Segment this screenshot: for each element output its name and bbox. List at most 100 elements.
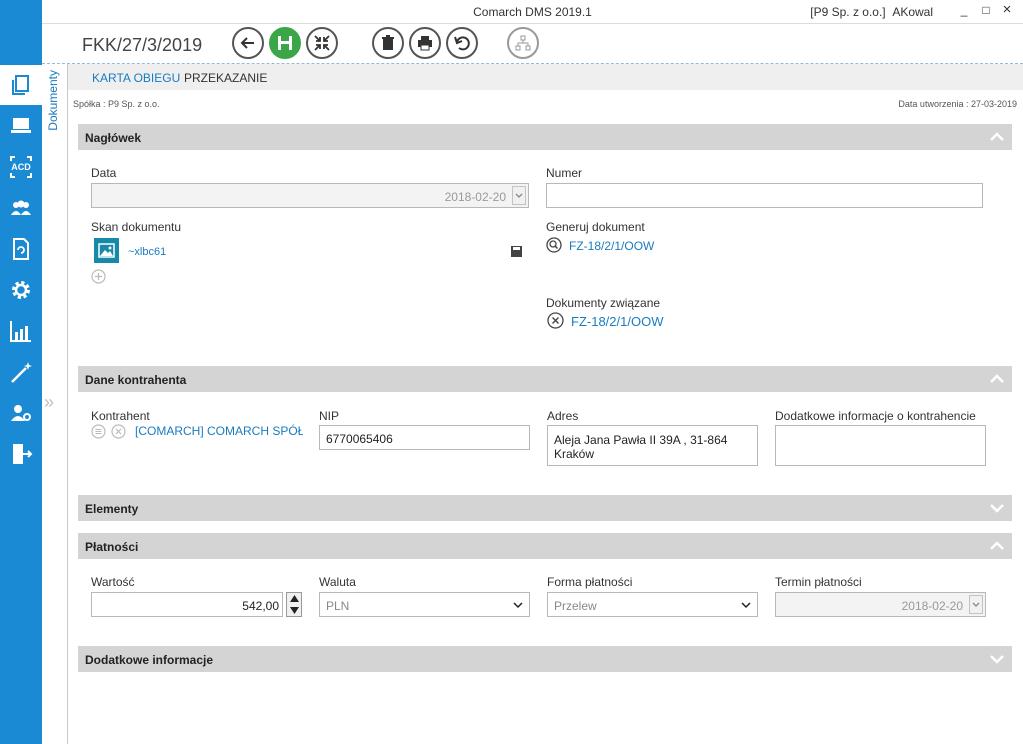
- wartosc-stepper[interactable]: [286, 592, 302, 617]
- toolbar: FKK/27/3/2019: [42, 24, 1023, 64]
- adres-field[interactable]: Aleja Jana Pawła II 39A , 31-864 Kraków: [547, 425, 758, 466]
- scan-file-link[interactable]: ~xlbc61: [128, 246, 166, 258]
- undo-button[interactable]: [446, 27, 478, 59]
- sidebar-item-reports[interactable]: [0, 311, 42, 351]
- title-bar: Comarch DMS 2019.1 [P9 Sp. z o.o.] AKowa…: [42, 0, 1023, 24]
- sidebar-item-acd[interactable]: ACD: [0, 147, 42, 187]
- kontrahent-label: Kontrahent: [91, 409, 150, 423]
- creation-date-meta: Data utworzenia : 27-03-2019: [898, 99, 1017, 109]
- users-icon: [11, 200, 31, 215]
- sidebar-item-wizard[interactable]: [0, 353, 42, 393]
- gear-icon: [12, 281, 30, 299]
- close-button[interactable]: ×: [1000, 1, 1014, 18]
- list-icon[interactable]: [91, 424, 106, 439]
- date-dropdown-button[interactable]: [512, 186, 526, 205]
- main-sidebar: ACD: [0, 0, 42, 744]
- sidebar-item-contacts[interactable]: [0, 188, 42, 228]
- minimize-button[interactable]: _: [957, 3, 971, 19]
- section-title: Dodatkowe informacje: [85, 653, 214, 667]
- chevron-down-icon[interactable]: [988, 499, 1006, 517]
- section-header-naglowek[interactable]: Nagłówek: [78, 124, 1012, 150]
- section-title: Dane kontrahenta: [85, 373, 187, 387]
- adres-label: Adres: [547, 409, 579, 423]
- printer-icon: [418, 36, 432, 51]
- chevron-up-icon[interactable]: [988, 537, 1006, 555]
- zwiazane-label: Dokumenty związane: [546, 296, 661, 310]
- skan-label: Skan dokumentu: [91, 220, 182, 234]
- nip-field[interactable]: 6770065406: [319, 425, 530, 450]
- acd-icon: ACD: [10, 156, 32, 178]
- maximize-button[interactable]: □: [979, 3, 993, 19]
- related-document-link[interactable]: FZ-18/2/1/OOW: [571, 314, 663, 329]
- trash-icon: [382, 35, 394, 50]
- wartosc-field[interactable]: 542,00: [91, 592, 283, 617]
- floppy-icon: [278, 36, 292, 50]
- vertical-tab-documents[interactable]: Dokumenty: [46, 70, 66, 150]
- section-header-kontrahent[interactable]: Dane kontrahenta: [78, 366, 1012, 392]
- exit-icon: [13, 444, 33, 464]
- generuj-label: Generuj dokument: [546, 220, 645, 234]
- hierarchy-icon: [515, 35, 531, 51]
- sidebar-item-settings[interactable]: [0, 270, 42, 310]
- magic-wand-icon: [11, 362, 32, 383]
- print-button[interactable]: [409, 27, 441, 59]
- chevron-down-icon: [515, 193, 523, 198]
- sidebar-item-workflow[interactable]: [0, 229, 42, 269]
- numer-label: Numer: [546, 166, 583, 180]
- tabs-bar: KARTA OBIEGU PRZEKAZANIE: [68, 64, 1023, 90]
- waluta-select[interactable]: PLN: [319, 592, 530, 617]
- sidebar-item-logout[interactable]: [0, 434, 42, 474]
- chevron-up-icon[interactable]: [988, 370, 1006, 388]
- user-name: AKowal: [892, 5, 933, 19]
- laptop-icon: [11, 118, 31, 133]
- collapse-arrows-icon: [314, 35, 330, 51]
- company-name: [P9 Sp. z o.o.]: [810, 5, 886, 19]
- termin-date-field[interactable]: 2018-02-20: [775, 592, 986, 617]
- data-date-field[interactable]: 2018-02-20: [91, 183, 529, 208]
- chevron-down-icon: [972, 602, 980, 607]
- company-meta: Spółka : P9 Sp. z o.o.: [73, 99, 160, 109]
- chart-icon: [10, 321, 31, 342]
- sidebar-item-documents[interactable]: [0, 65, 42, 105]
- chevron-down-icon[interactable]: [988, 650, 1006, 668]
- contractor-link[interactable]: [COMARCH] COMARCH SPÓŁKA AKC: [135, 424, 303, 438]
- tab-karta-obiegu[interactable]: KARTA OBIEGU: [92, 71, 180, 85]
- workflow-diagram-button[interactable]: [507, 27, 539, 59]
- wartosc-label: Wartość: [91, 575, 135, 589]
- document-refresh-icon: [13, 238, 29, 260]
- arrow-left-icon: [240, 37, 254, 49]
- save-button[interactable]: [269, 27, 301, 59]
- delete-button[interactable]: [372, 27, 404, 59]
- sidebar-item-workstation[interactable]: [0, 105, 42, 145]
- chevron-down-icon: [741, 602, 751, 609]
- section-header-dodatkowe[interactable]: Dodatkowe informacje: [78, 646, 1012, 672]
- forma-platnosci-select[interactable]: Przelew: [547, 592, 758, 617]
- section-header-elementy[interactable]: Elementy: [78, 495, 1012, 521]
- sidebar-item-admin[interactable]: [0, 393, 42, 433]
- clear-contractor-icon[interactable]: [111, 424, 126, 439]
- chevron-up-icon[interactable]: [988, 128, 1006, 146]
- stepper-down-icon[interactable]: [290, 607, 299, 614]
- user-settings-icon: [11, 405, 31, 421]
- numer-field[interactable]: [546, 183, 983, 208]
- search-icon[interactable]: [546, 237, 562, 253]
- nip-label: NIP: [319, 409, 340, 423]
- dodatkowe-kontrahent-label: Dodatkowe informacje o kontrahencie: [775, 409, 976, 423]
- remove-link-icon[interactable]: [547, 312, 564, 329]
- expand-panel-arrow[interactable]: »: [44, 392, 54, 413]
- add-scan-icon[interactable]: [91, 269, 106, 284]
- collapse-button[interactable]: [306, 27, 338, 59]
- tab-przekazanie[interactable]: PRZEKAZANIE: [184, 71, 267, 85]
- back-button[interactable]: [232, 27, 264, 59]
- dodatkowe-kontrahent-field[interactable]: [775, 425, 986, 466]
- date-dropdown-button[interactable]: [969, 595, 983, 614]
- image-file-icon[interactable]: [94, 238, 119, 263]
- section-header-platnosci[interactable]: Płatności: [78, 533, 1012, 559]
- save-file-icon[interactable]: [511, 246, 522, 257]
- company-user: [P9 Sp. z o.o.] AKowal: [810, 5, 933, 19]
- generuj-document-link[interactable]: FZ-18/2/1/OOW: [569, 239, 654, 253]
- section-title: Elementy: [85, 502, 139, 516]
- stepper-up-icon[interactable]: [290, 595, 299, 602]
- section-title: Nagłówek: [85, 131, 142, 145]
- documents-icon: [12, 75, 29, 95]
